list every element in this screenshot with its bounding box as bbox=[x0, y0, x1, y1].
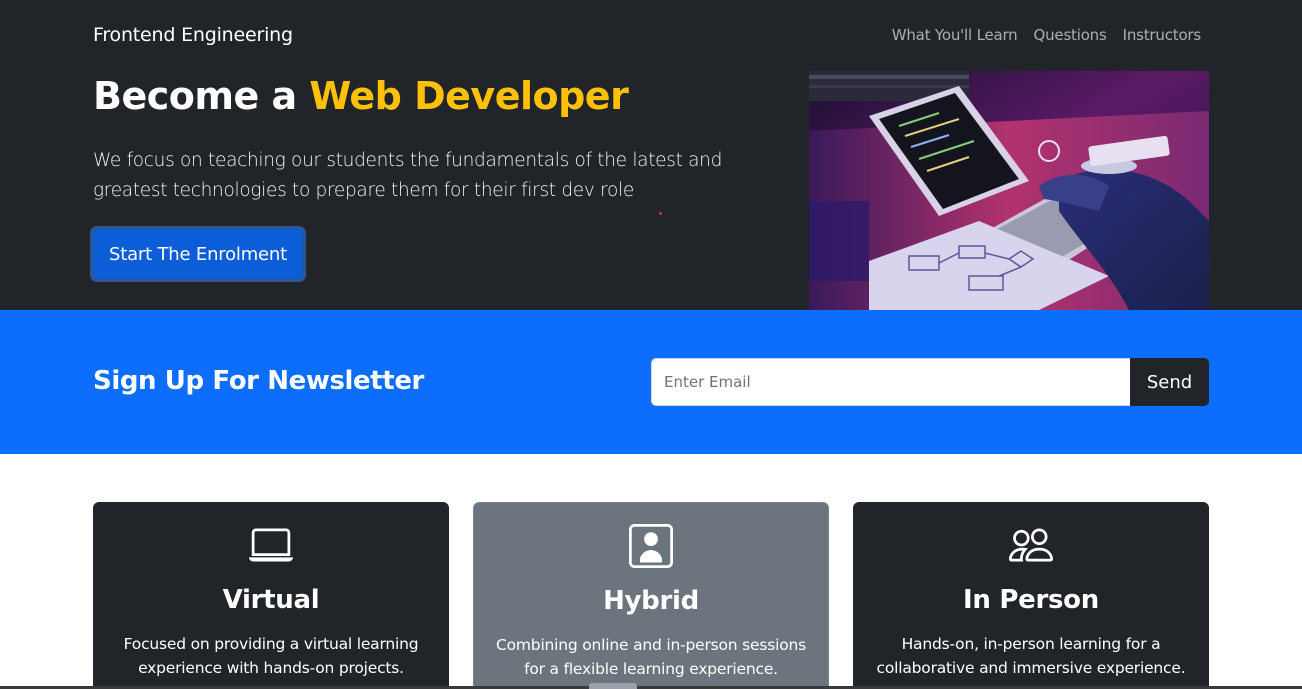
brand-logo[interactable]: Frontend Engineering bbox=[93, 24, 293, 46]
hero-image bbox=[809, 71, 1209, 310]
top-nav: What You'll Learn Questions Instructors bbox=[892, 26, 1201, 44]
card-title: Hybrid bbox=[603, 586, 699, 616]
scroll-handle[interactable] bbox=[589, 683, 637, 689]
hero-title-accent: Web Developer bbox=[309, 74, 629, 118]
card-text: Focused on providing a virtual learning … bbox=[123, 635, 419, 677]
send-button[interactable]: Send bbox=[1130, 358, 1209, 406]
newsletter-title: Sign Up For Newsletter bbox=[93, 366, 424, 396]
nav-link-instructors[interactable]: Instructors bbox=[1123, 26, 1202, 44]
card-virtual: Virtual Focused on providing a virtual l… bbox=[93, 502, 449, 689]
hero-title: Become a Web Developer bbox=[93, 74, 629, 118]
hero-section: Frontend Engineering What You'll Learn Q… bbox=[0, 0, 1302, 310]
nav-link-questions[interactable]: Questions bbox=[1034, 26, 1107, 44]
email-input[interactable] bbox=[651, 358, 1131, 406]
card-title: Virtual bbox=[222, 585, 320, 615]
card-text: Combining online and in-person sessions … bbox=[496, 636, 806, 678]
laptop-icon bbox=[249, 528, 293, 562]
nav-link-what-youll-learn[interactable]: What You'll Learn bbox=[892, 26, 1018, 44]
people-icon bbox=[1009, 528, 1053, 562]
hero-title-prefix: Become a bbox=[93, 74, 297, 118]
newsletter-section: Sign Up For Newsletter Send bbox=[0, 310, 1302, 454]
hero-image-illustration bbox=[809, 71, 1209, 310]
hero-description: We focus on teaching our students the fu… bbox=[93, 150, 723, 201]
card-title: In Person bbox=[963, 585, 1099, 615]
card-hybrid: Hybrid Combining online and in-person se… bbox=[473, 502, 829, 689]
start-enrolment-button[interactable]: Start The Enrolment bbox=[90, 226, 306, 282]
card-in-person: In Person Hands-on, in-person learning f… bbox=[853, 502, 1209, 689]
person-badge-icon bbox=[629, 524, 673, 568]
card-text: Hands-on, in-person learning for a colla… bbox=[876, 635, 1186, 677]
decorative-dot bbox=[659, 212, 662, 215]
